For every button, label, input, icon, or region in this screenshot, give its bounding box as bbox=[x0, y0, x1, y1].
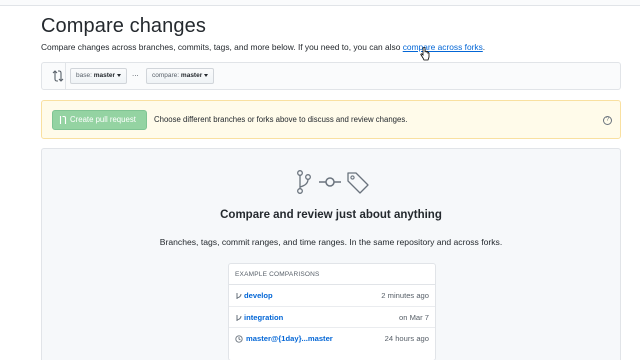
subtitle-end: . bbox=[482, 42, 486, 52]
example-comparisons-header: EXAMPLE COMPARISONS bbox=[229, 264, 435, 285]
example-label[interactable]: integration bbox=[244, 313, 283, 322]
question-icon[interactable]: ? bbox=[603, 116, 612, 125]
compare-branch-select[interactable]: compare: master bbox=[146, 68, 215, 84]
tag-icon bbox=[347, 172, 369, 194]
blankslate-icons bbox=[297, 170, 369, 194]
list-item[interactable]: integration on Mar 7 bbox=[229, 307, 435, 328]
range-divider bbox=[65, 63, 66, 89]
git-pull-request-icon bbox=[59, 115, 67, 124]
compare-prefix: compare: bbox=[152, 72, 180, 79]
page-title: Compare changes bbox=[41, 15, 206, 37]
page-subtitle: Compare changes across branches, commits… bbox=[41, 42, 485, 52]
blankslate-title: Compare and review just about anything bbox=[220, 209, 442, 221]
example-label[interactable]: master@{1day}...master bbox=[246, 334, 333, 343]
git-commit-icon bbox=[319, 177, 341, 187]
git-branch-icon bbox=[297, 170, 311, 194]
git-branch-icon bbox=[236, 293, 242, 299]
example-time: 2 minutes ago bbox=[381, 291, 429, 300]
example-time: 24 hours ago bbox=[384, 334, 429, 343]
create-pull-request-label: Create pull request bbox=[70, 115, 136, 124]
blankslate-description: Branches, tags, commit ranges, and time … bbox=[159, 237, 503, 247]
clock-icon bbox=[235, 335, 243, 343]
compare-branch-value: master bbox=[180, 72, 203, 79]
flash-message-text: Choose different branches or forks above… bbox=[154, 115, 408, 124]
top-border bbox=[0, 0, 640, 6]
base-branch-value: master bbox=[93, 72, 116, 79]
compare-across-forks-link[interactable]: compare across forks bbox=[403, 42, 483, 52]
chevron-down-icon bbox=[117, 73, 122, 77]
example-comparisons: EXAMPLE COMPARISONS develop 2 minutes ag… bbox=[228, 263, 436, 360]
git-compare-icon[interactable] bbox=[52, 70, 64, 82]
create-pull-request-button[interactable]: Create pull request bbox=[52, 110, 147, 130]
list-item[interactable]: develop 2 minutes ago bbox=[229, 285, 435, 307]
chevron-down-icon bbox=[204, 73, 209, 77]
example-label[interactable]: develop bbox=[244, 291, 273, 300]
example-time: on Mar 7 bbox=[399, 312, 429, 322]
compare-flash-message: Create pull request Choose different bra… bbox=[41, 100, 621, 139]
blankslate: Compare and review just about anything B… bbox=[41, 148, 621, 360]
subtitle-text: Compare changes across branches, commits… bbox=[41, 42, 401, 52]
list-item[interactable]: master@{1day}...master 24 hours ago bbox=[229, 328, 435, 350]
compare-range-editor: base: master ... compare: master bbox=[41, 62, 621, 90]
range-separator: ... bbox=[132, 69, 139, 78]
base-branch-select[interactable]: base: master bbox=[70, 68, 128, 84]
base-prefix: base: bbox=[76, 72, 92, 79]
git-branch-icon bbox=[236, 314, 242, 321]
hand-cursor-icon bbox=[420, 47, 430, 61]
